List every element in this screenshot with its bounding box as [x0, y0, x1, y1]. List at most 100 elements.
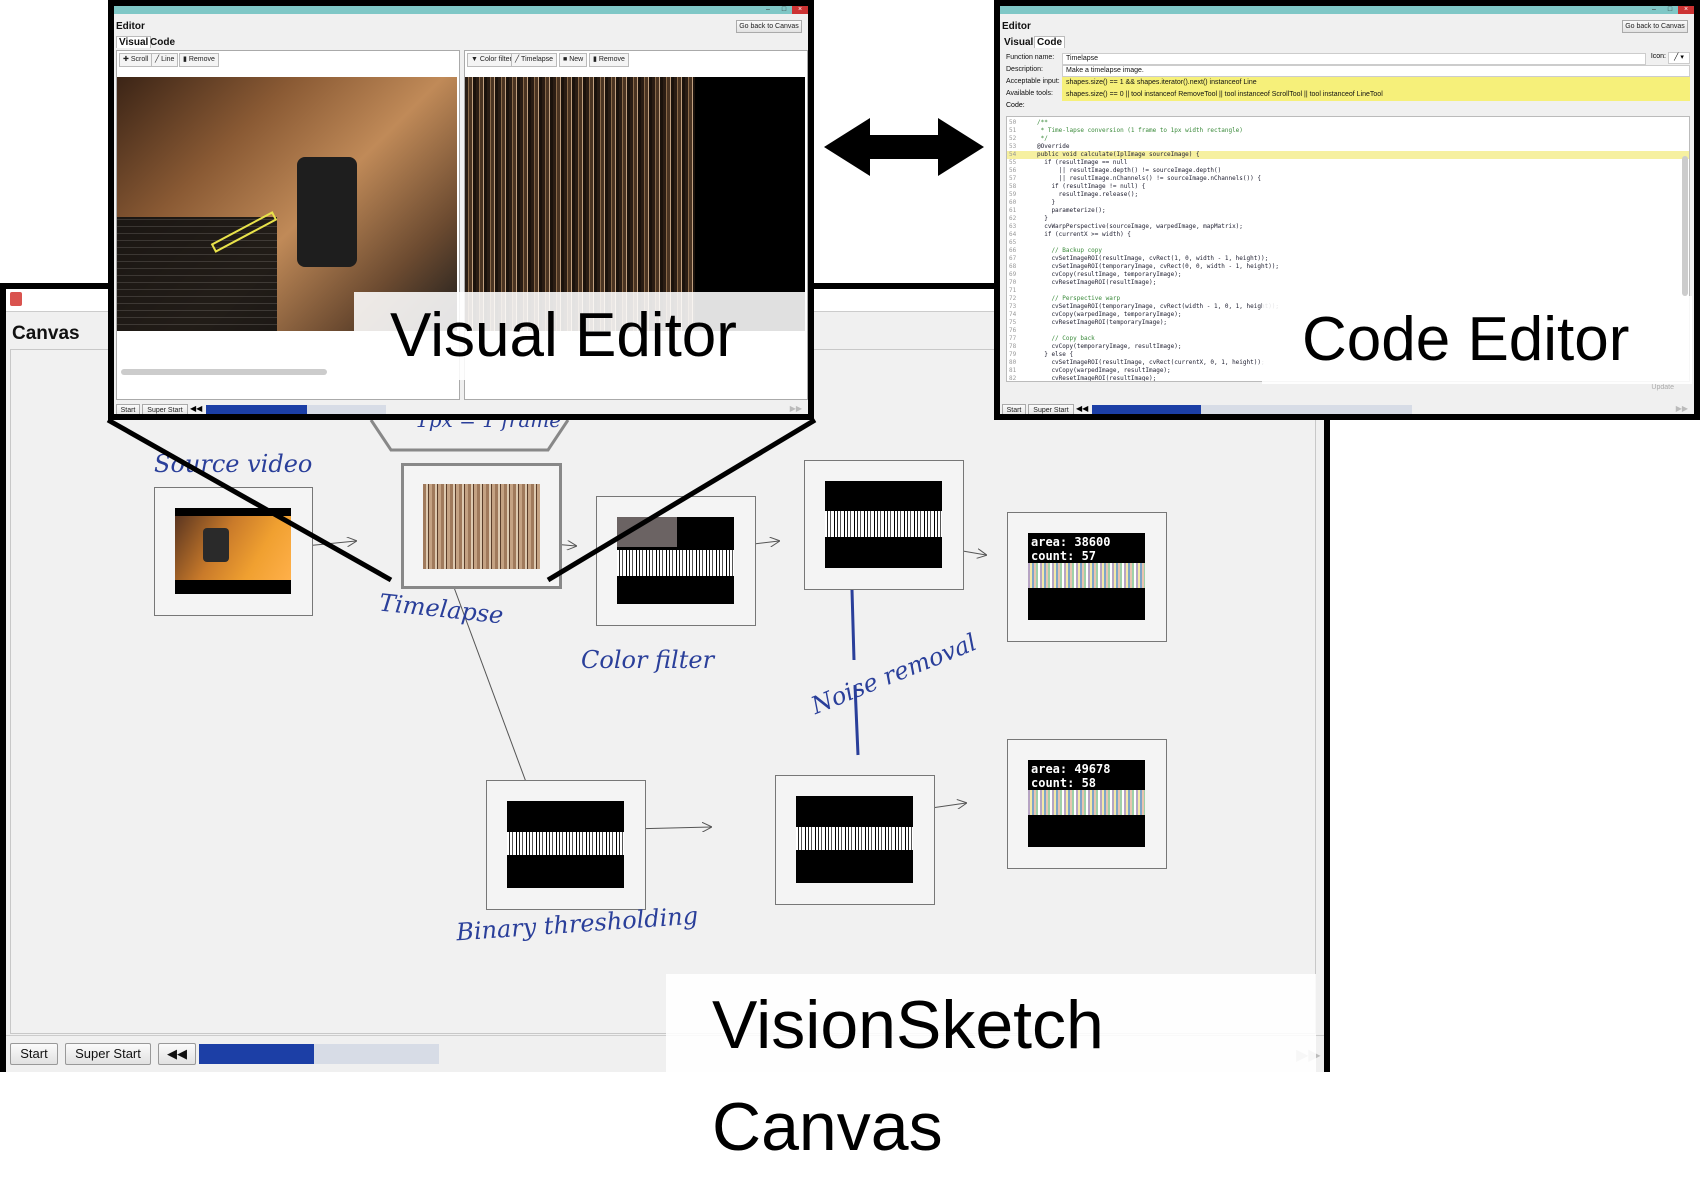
code-line-text: cvCopy(warpedImage, resultImage); — [1037, 367, 1171, 374]
code-line-number: 56 — [1009, 167, 1017, 174]
code-line[interactable]: 64 if (currentX >= width) { — [1007, 231, 1689, 239]
new-icon: ■ — [563, 56, 568, 63]
code-line[interactable]: 67 cvSetImageROI(resultImage, cvRect(1, … — [1007, 255, 1689, 263]
code-line[interactable]: 71 — [1007, 287, 1689, 295]
update-button[interactable]: Update — [1651, 384, 1674, 391]
visual-editor-body: – □ × Editor Go back to Canvas Visual Co… — [114, 6, 808, 414]
code-line-text: * Time-lapse conversion (1 frame to 1px … — [1037, 127, 1243, 134]
code-fast-forward-icon[interactable]: ▶▶ — [1676, 404, 1688, 413]
code-line-number: 78 — [1009, 343, 1017, 350]
code-progress[interactable] — [1092, 405, 1412, 414]
code-minimize-icon[interactable]: – — [1646, 6, 1662, 14]
code-line[interactable]: 63 cvWarpPerspective(sourceImage, warped… — [1007, 223, 1689, 231]
code-line-number: 67 — [1009, 255, 1017, 262]
code-super-start-button[interactable]: Super Start — [1028, 404, 1074, 414]
minimize-icon[interactable]: – — [760, 6, 776, 14]
code-line-text: // Copy back — [1037, 335, 1095, 342]
line-tool[interactable]: ╱ Line — [151, 53, 179, 67]
code-editor-caption: Code Editor — [1262, 296, 1692, 384]
code-editor-titlebar[interactable]: – □ × — [1000, 6, 1694, 14]
code-line-text: @Override — [1037, 143, 1070, 150]
tab-visual[interactable]: Visual — [116, 36, 152, 48]
code-line[interactable]: 66 // Backup copy — [1007, 247, 1689, 255]
visual-start-button[interactable]: Start — [116, 404, 140, 414]
code-line[interactable]: 50 /** — [1007, 119, 1689, 127]
timelapse-tool[interactable]: ╱ Timelapse — [511, 53, 558, 67]
double-arrow-icon — [824, 118, 984, 176]
close-icon[interactable]: × — [792, 6, 808, 14]
code-line-number: 70 — [1009, 279, 1017, 286]
function-name-input[interactable]: Timelapse — [1062, 53, 1646, 65]
code-line-text: // Backup copy — [1037, 247, 1103, 254]
visual-editor-title: Editor — [116, 21, 145, 32]
code-maximize-icon[interactable]: □ — [1662, 6, 1678, 14]
code-line[interactable]: 55 if (resultImage == null — [1007, 159, 1689, 167]
code-label: Code: — [1006, 102, 1025, 109]
code-line-number: 72 — [1009, 295, 1017, 302]
code-start-button[interactable]: Start — [1002, 404, 1026, 414]
code-line[interactable]: 70 cvResetImageROI(resultImage); — [1007, 279, 1689, 287]
visual-super-start-button[interactable]: Super Start — [142, 404, 188, 414]
new-tool[interactable]: ■ New — [559, 53, 588, 67]
remove-tool-2[interactable]: ▮ Remove — [589, 53, 629, 67]
code-line-number: 75 — [1009, 319, 1017, 326]
code-line-text: } — [1037, 215, 1048, 222]
code-line[interactable]: 58 if (resultImage != null) { — [1007, 183, 1689, 191]
code-line[interactable]: 62 } — [1007, 215, 1689, 223]
line-icon-2: ╱ — [515, 56, 520, 63]
code-line-number: 62 — [1009, 215, 1017, 222]
maximize-icon[interactable]: □ — [776, 6, 792, 14]
code-tab-visual[interactable]: Visual — [1002, 37, 1035, 48]
visual-editor-titlebar[interactable]: – □ × — [114, 6, 808, 14]
code-line[interactable]: 51 * Time-lapse conversion (1 frame to 1… — [1007, 127, 1689, 135]
acceptable-input-field[interactable]: shapes.size() == 1 && shapes.iterator().… — [1062, 77, 1690, 89]
code-line-number: 73 — [1009, 303, 1017, 310]
code-line[interactable]: 56 || resultImage.depth() != sourceImage… — [1007, 167, 1689, 175]
scroll-tool[interactable]: ✚ Scroll — [119, 53, 153, 67]
visual-rewind-icon[interactable]: ◀◀ — [190, 404, 202, 413]
code-line[interactable]: 69 cvCopy(resultImage, temporaryImage); — [1007, 271, 1689, 279]
code-go-back-to-canvas-button[interactable]: Go back to Canvas — [1622, 20, 1688, 33]
code-tab-code[interactable]: Code — [1034, 36, 1065, 48]
remove-tool[interactable]: ▮ Remove — [179, 53, 219, 67]
code-line-text: parameterize(); — [1037, 207, 1106, 214]
code-line-number: 81 — [1009, 367, 1017, 374]
code-line-number: 53 — [1009, 143, 1017, 150]
available-tools-row: Available tools: shapes.size() == 0 || t… — [1006, 89, 1690, 101]
icon-select[interactable]: ╱ ▾ — [1668, 52, 1690, 64]
code-editor-title: Editor — [1002, 21, 1031, 32]
available-tools-field[interactable]: shapes.size() == 0 || tool instanceof Re… — [1062, 89, 1690, 101]
code-line-text: resultImage.release(); — [1037, 191, 1139, 198]
horizontal-scrollbar[interactable] — [121, 369, 327, 375]
code-line[interactable]: 52 */ — [1007, 135, 1689, 143]
code-line[interactable]: 65 — [1007, 239, 1689, 247]
acceptable-input-row: Acceptable input: shapes.size() == 1 && … — [1006, 77, 1690, 89]
description-label: Description: — [1006, 66, 1043, 73]
code-line[interactable]: 54 public void calculate(IplImage sourceI… — [1007, 151, 1689, 159]
tab-code[interactable]: Code — [148, 37, 177, 48]
code-line[interactable]: 60 } — [1007, 199, 1689, 207]
code-editor-body: – □ × Editor Go back to Canvas Visual Co… — [1000, 6, 1694, 414]
code-line-text: cvSetImageROI(temporaryImage, cvRect(0, … — [1037, 263, 1280, 270]
code-line-number: 54 — [1009, 151, 1017, 158]
code-line[interactable]: 68 cvSetImageROI(temporaryImage, cvRect(… — [1007, 263, 1689, 271]
code-close-icon[interactable]: × — [1678, 6, 1694, 14]
visual-progress[interactable] — [206, 405, 386, 414]
code-line[interactable]: 61 parameterize(); — [1007, 207, 1689, 215]
description-input[interactable]: Make a timelapse image. — [1062, 65, 1690, 77]
code-rewind-icon[interactable]: ◀◀ — [1076, 404, 1088, 413]
code-line-number: 68 — [1009, 263, 1017, 270]
code-vertical-scrollbar[interactable] — [1682, 156, 1688, 296]
code-line-number: 63 — [1009, 223, 1017, 230]
code-line-number: 74 — [1009, 311, 1017, 318]
visual-fast-forward-icon[interactable]: ▶▶ — [790, 404, 802, 413]
code-line-number: 80 — [1009, 359, 1017, 366]
go-back-to-canvas-button[interactable]: Go back to Canvas — [736, 20, 802, 33]
code-line[interactable]: 57 || resultImage.nChannels() != sourceI… — [1007, 175, 1689, 183]
code-line-text: cvResetImageROI(temporaryImage); — [1037, 319, 1168, 326]
color-filter-tool[interactable]: ▼ Color filter — [467, 53, 516, 67]
code-line-number: 55 — [1009, 159, 1017, 166]
code-line[interactable]: 53 @Override — [1007, 143, 1689, 151]
color-filter-tool-label: Color filter — [479, 56, 512, 63]
code-line[interactable]: 59 resultImage.release(); — [1007, 191, 1689, 199]
